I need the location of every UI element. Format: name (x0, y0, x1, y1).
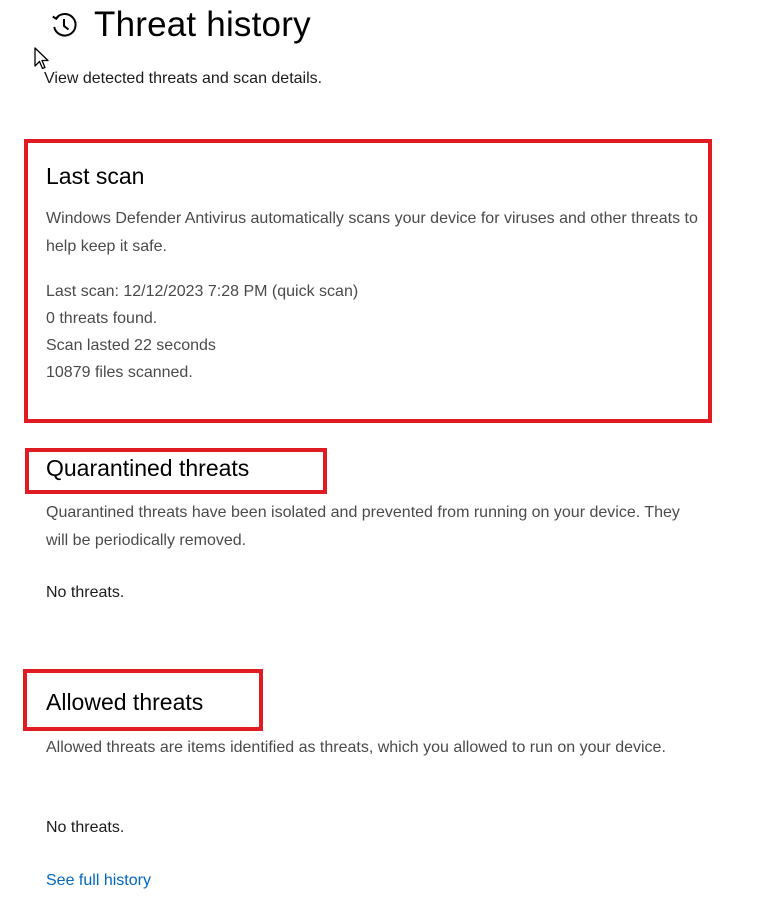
see-full-history-link[interactable]: See full history (46, 872, 151, 890)
files-scanned-count: 10879 files scanned. (46, 364, 193, 381)
history-clock-icon (50, 11, 78, 39)
last-scan-description: Windows Defender Antivirus automatically… (46, 210, 698, 255)
last-scan-details: Last scan: 12/12/2023 7:28 PM (quick sca… (46, 278, 358, 386)
quarantined-threats-description: Quarantined threats have been isolated a… (46, 504, 680, 549)
quarantined-threats-title: Quarantined threats (46, 455, 250, 481)
last-scan-date: Last scan: 12/12/2023 7:28 PM (quick sca… (46, 283, 359, 300)
threats-found-count: 0 threats found. (46, 310, 158, 327)
allowed-threats-description: Allowed threats are items identified as … (46, 739, 666, 756)
allowed-threats-title: Allowed threats (46, 689, 204, 715)
threat-history-page: Threat history View detected threats and… (0, 0, 766, 907)
page-title: Threat history (94, 5, 311, 44)
last-scan-title: Last scan (46, 163, 145, 189)
quarantined-threats-status: No threats. (46, 584, 125, 601)
page-subtitle: View detected threats and scan details. (44, 70, 323, 87)
allowed-threats-status: No threats. (46, 819, 125, 836)
scan-duration: Scan lasted 22 seconds (46, 337, 216, 354)
page-header: Threat history (50, 2, 311, 48)
